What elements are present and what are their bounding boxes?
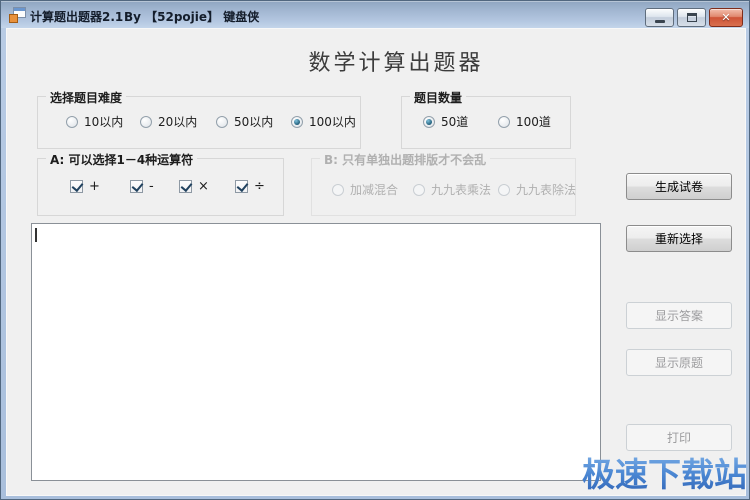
checkbox-icon [179,180,192,193]
radio-within-20[interactable]: 20以内 [140,113,197,130]
special-mode-group: B: 只有单独出题排版才不会乱 加减混合 九九表乘法 九九表除法 [311,151,576,216]
radio-label: 加减混合 [350,183,399,197]
checkbox-plus[interactable]: + [70,179,100,194]
radio-icon [423,115,435,128]
question-count-group-label: 题目数量 [410,89,467,106]
checkbox-icon [130,180,143,193]
radio-label: 50以内 [234,115,274,129]
app-icon-orange-shape [9,14,18,23]
radio-mixed-add-subtract: 加减混合 [332,181,398,198]
app-icon [9,7,26,23]
question-count-group: 题目数量 50道 100道 [401,89,571,149]
checkbox-divide[interactable]: ÷ [235,179,265,194]
reselect-button[interactable]: 重新选择 [626,225,732,252]
checkbox-icon [235,180,248,193]
checkbox-minus[interactable]: - [130,179,154,194]
radio-icon [291,115,303,128]
difficulty-group-label: 选择题目难度 [46,89,127,106]
checkbox-multiply[interactable]: × [179,179,209,194]
radio-icon [498,183,510,196]
radio-multiplication-table: 九九表乘法 [413,181,491,198]
output-textbox[interactable] [31,223,601,481]
operators-group-label: A: 可以选择1－4种运算符 [46,151,198,168]
download-site-watermark: 极速下载站 [582,448,747,496]
window-byline: By 【52pojie】 键盘侠 [124,10,260,24]
radio-label: 100以内 [309,115,356,129]
radio-label: 10以内 [84,115,124,129]
special-mode-group-label: B: 只有单独出题排版才不会乱 [320,151,491,168]
radio-icon [66,115,78,128]
radio-icon [332,183,344,196]
radio-within-100[interactable]: 100以内 [291,113,356,130]
page-title: 数学计算出题器 [308,51,484,76]
maximize-button[interactable] [677,8,706,27]
generate-paper-button[interactable]: 生成试卷 [626,173,732,200]
operators-group: A: 可以选择1－4种运算符 + - × ÷ [37,151,284,216]
radio-within-50[interactable]: 50以内 [216,113,273,130]
print-button: 打印 [626,424,732,451]
title-bar: 计算题出题器2.1 By 【52pojie】 键盘侠 ✕ [1,1,749,28]
app-window: 计算题出题器2.1 By 【52pojie】 键盘侠 ✕ 数学计算出题器 选择题… [0,0,750,500]
window-title: 计算题出题器2.1 [30,10,124,24]
close-icon: ✕ [721,11,731,24]
radio-icon [140,115,152,128]
radio-label: 20以内 [158,115,198,129]
checkbox-label: × [198,179,209,194]
checkbox-icon [70,180,83,193]
text-caret [35,228,37,242]
radio-label: 50道 [441,115,469,129]
radio-icon [413,183,425,196]
radio-100-questions[interactable]: 100道 [498,113,551,130]
show-original-button: 显示原题 [626,349,732,376]
close-button[interactable]: ✕ [709,8,743,27]
radio-within-10[interactable]: 10以内 [66,113,123,130]
minimize-icon [654,20,665,23]
checkbox-label: ÷ [254,179,265,194]
difficulty-group: 选择题目难度 10以内 20以内 50以内 100以内 [37,89,361,149]
radio-division-table: 九九表除法 [498,181,576,198]
radio-label: 九九表乘法 [431,183,492,197]
radio-icon [216,115,228,128]
maximize-icon [686,13,697,22]
radio-50-questions[interactable]: 50道 [423,113,468,130]
radio-label: 九九表除法 [516,183,577,197]
radio-label: 100道 [516,115,551,129]
radio-icon [498,115,510,128]
show-answers-button: 显示答案 [626,302,732,329]
checkbox-label: + [89,179,100,194]
minimize-button[interactable] [645,8,674,27]
checkbox-label: - [149,179,154,194]
